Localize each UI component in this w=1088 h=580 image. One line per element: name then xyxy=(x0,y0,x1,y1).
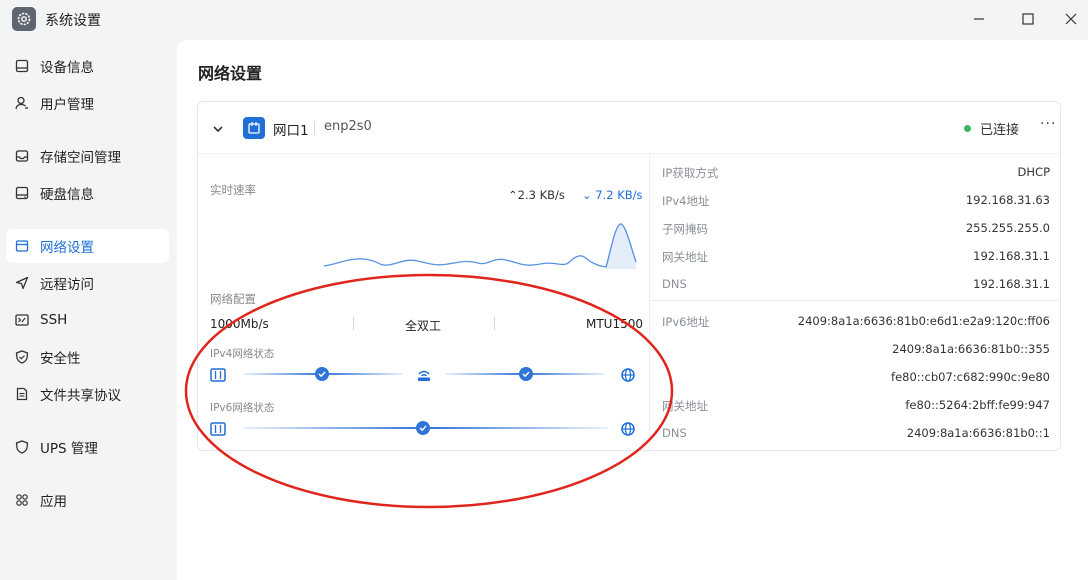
sidebar-item-user-management[interactable]: 用户管理 xyxy=(6,86,169,120)
sidebar-item-label: SSH xyxy=(40,312,68,328)
ipv6-address-row: 2409:8a1a:6636:81b0::355 xyxy=(892,342,1050,356)
sidebar-item-ssh[interactable]: SSH xyxy=(6,303,169,337)
page-title: 网络设置 xyxy=(198,64,263,83)
network-port-card: 网口1 enp2s0 已连接 ··· 实时速率 ⌃2.3 KB/s ⌄ 7.2 … xyxy=(197,101,1061,451)
sidebar-item-label: 远程访问 xyxy=(40,277,94,293)
minimize-button[interactable] xyxy=(968,9,990,29)
traffic-sparkline xyxy=(323,223,637,269)
ethernet-port-icon xyxy=(243,117,265,139)
more-options-button[interactable]: ··· xyxy=(1040,116,1056,132)
connection-status: 已连接 xyxy=(980,123,1020,138)
ipv4-status-label: IPv4网络状态 xyxy=(210,348,275,360)
speed-label: 实时速率 xyxy=(210,183,256,197)
mtu-value: MTU1500 xyxy=(586,317,644,331)
shield-outline-icon xyxy=(14,439,30,455)
card-header: 网口1 enp2s0 已连接 ··· xyxy=(198,102,1060,154)
apps-grid-icon xyxy=(14,492,30,508)
globe-icon xyxy=(621,367,635,386)
sidebar-item-apps[interactable]: 应用 xyxy=(6,483,169,517)
config-label: 网络配置 xyxy=(210,292,256,306)
window-title: 系统设置 xyxy=(45,13,101,29)
status-dot-icon xyxy=(964,125,971,132)
sidebar-item-remote-access[interactable]: 远程访问 xyxy=(6,266,169,300)
sidebar-item-label: 应用 xyxy=(40,494,67,510)
check-icon xyxy=(315,367,329,381)
sidebar-item-label: 安全性 xyxy=(40,351,81,367)
gateway-row: 网关地址 192.168.31.1 xyxy=(662,249,1050,264)
sidebar-item-label: 文件共享协议 xyxy=(40,388,121,404)
sidebar-item-label: 存储空间管理 xyxy=(40,150,121,166)
sidebar-item-file-sharing[interactable]: 文件共享协议 xyxy=(6,377,169,411)
globe-icon xyxy=(621,421,635,440)
ip-method-row: IP获取方式 DHCP xyxy=(662,165,1050,180)
traffic-pane: 实时速率 ⌃2.3 KB/s ⌄ 7.2 KB/s 网络配置 1000Mb/s … xyxy=(198,154,649,450)
ipv4-address-row: IPv4地址 192.168.31.63 xyxy=(662,193,1050,208)
check-icon xyxy=(519,367,533,381)
sidebar-item-disk-info[interactable]: 硬盘信息 xyxy=(6,176,169,210)
sidebar-item-label: 网络设置 xyxy=(40,240,94,256)
ipv6-status-label: IPv6网络状态 xyxy=(210,402,275,414)
divider xyxy=(650,300,1061,301)
interface-name: enp2s0 xyxy=(324,119,372,134)
dns-row: DNS 192.168.31.1 xyxy=(662,277,1050,291)
divider xyxy=(314,121,315,135)
sidebar-item-device-info[interactable]: 设备信息 xyxy=(6,49,169,83)
sidebar-item-network-settings[interactable]: 网络设置 xyxy=(6,229,169,263)
chevron-down-icon[interactable] xyxy=(212,120,224,139)
nas-device-icon xyxy=(210,367,226,386)
sidebar-item-label: UPS 管理 xyxy=(40,441,98,457)
sidebar-item-label: 用户管理 xyxy=(40,97,94,113)
sidebar: 设备信息 用户管理 存储空间管理 硬盘信息 网络设置 远程访问 SSH 安全性 … xyxy=(0,38,177,580)
settings-gear-icon xyxy=(12,7,36,31)
ipv4-status-flow xyxy=(198,363,649,385)
ipv6-address-row: fe80::cb07:c682:990c:9e80 xyxy=(891,370,1050,384)
address-pane: IP获取方式 DHCP IPv4地址 192.168.31.63 子网掩码 255.2… xyxy=(650,154,1061,450)
port-name: 网口1 xyxy=(273,123,309,139)
ipv6-dns-row: DNS 2409:8a1a:6636:81b0::1 xyxy=(662,426,1050,440)
upload-speed: ⌃2.3 KB/s xyxy=(508,188,565,202)
sidebar-item-storage[interactable]: 存储空间管理 xyxy=(6,139,169,173)
close-button[interactable] xyxy=(1060,9,1082,29)
storage-icon xyxy=(14,148,30,164)
ipv6-status-flow xyxy=(198,417,649,439)
main-panel: 网络设置 网口1 enp2s0 已连接 ··· 实时速率 ⌃2.3 KB/s ⌄… xyxy=(177,40,1088,580)
divider xyxy=(353,317,354,330)
device-icon xyxy=(14,58,30,74)
arrow-down-icon: ⌄ xyxy=(582,188,596,202)
sidebar-item-label: 设备信息 xyxy=(40,60,94,76)
sidebar-item-security[interactable]: 安全性 xyxy=(6,340,169,374)
network-icon xyxy=(14,238,30,254)
download-speed: ⌄ 7.2 KB/s xyxy=(582,188,643,202)
duplex-mode: 全双工 xyxy=(405,319,442,333)
terminal-icon xyxy=(14,312,30,328)
divider xyxy=(494,317,495,330)
link-speed: 1000Mb/s xyxy=(210,317,269,331)
subnet-mask-row: 子网掩码 255.255.255.0 xyxy=(662,221,1050,236)
ipv6-gateway-row: 网关地址 fe80::5264:2bff:fe99:947 xyxy=(662,398,1050,413)
document-icon xyxy=(14,386,30,402)
check-icon xyxy=(416,421,430,435)
disk-icon xyxy=(14,185,30,201)
send-icon xyxy=(14,275,30,291)
nas-device-icon xyxy=(210,421,226,440)
router-icon xyxy=(416,367,432,386)
maximize-button[interactable] xyxy=(1017,9,1039,29)
user-icon xyxy=(14,95,30,111)
sidebar-item-label: 硬盘信息 xyxy=(40,187,94,203)
shield-icon xyxy=(14,349,30,365)
arrow-up-icon: ⌃ xyxy=(508,188,518,202)
title-bar: 系统设置 xyxy=(0,0,1088,38)
ipv6-address-row: IPv6地址 2409:8a1a:6636:81b0:e6d1:e2a9:120c… xyxy=(662,314,1050,329)
sidebar-item-ups[interactable]: UPS 管理 xyxy=(6,430,169,464)
